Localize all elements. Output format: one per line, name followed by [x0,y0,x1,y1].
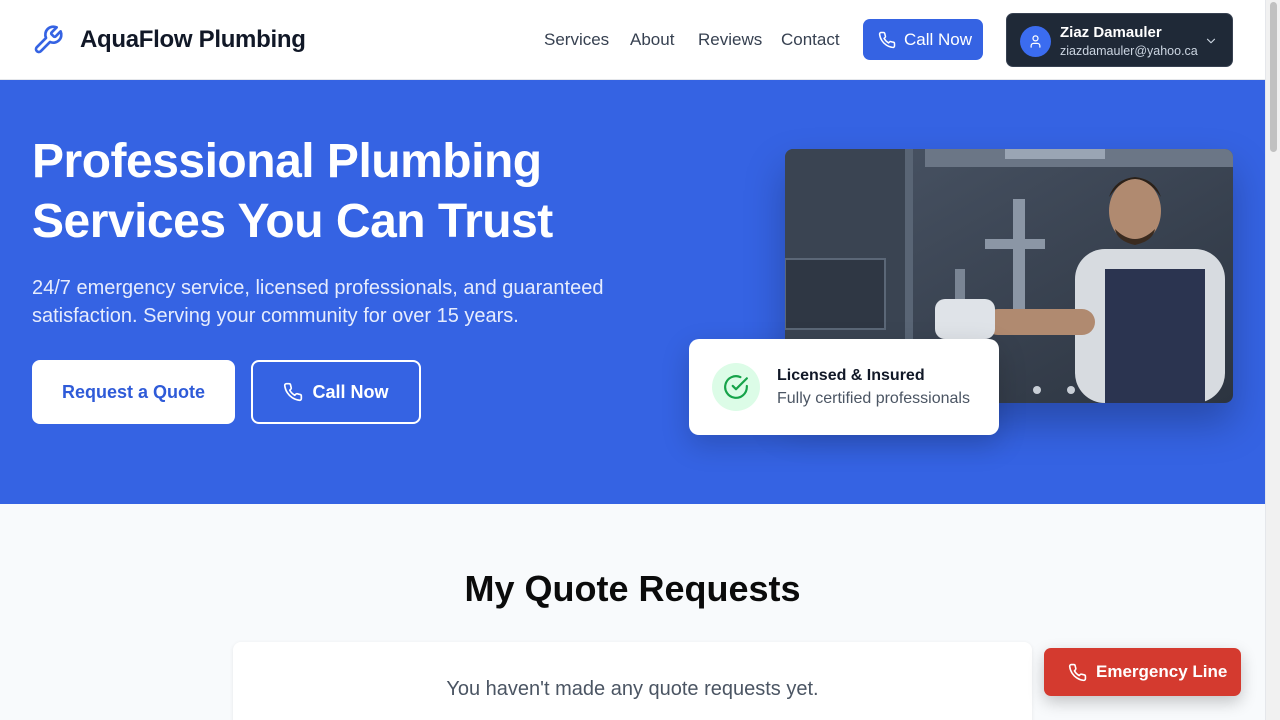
phone-icon [1068,663,1096,682]
nav-about[interactable]: About [630,30,674,50]
header-call-label: Call Now [904,29,973,49]
hero-title: Professional Plumbing Services You Can T… [32,135,553,248]
emergency-line-button[interactable]: Emergency Line [1044,648,1241,696]
hero-subtitle: 24/7 emergency service, licensed profess… [32,277,604,327]
page-scrollbar[interactable] [1265,0,1280,720]
hero-call-button[interactable]: Call Now [251,360,421,424]
quotes-section-title: My Quote Requests [464,568,801,609]
nav-reviews[interactable]: Reviews [698,30,762,50]
request-quote-button[interactable]: Request a Quote [32,360,235,424]
check-circle-icon [712,363,760,411]
site-header: AquaFlow Plumbing Services About Reviews… [0,0,1265,80]
hero-call-label: Call Now [312,381,389,402]
nav-contact[interactable]: Contact [781,30,840,50]
badge-subtitle: Fully certified professionals [777,390,970,407]
scrollbar-thumb[interactable] [1270,2,1277,152]
nav-services[interactable]: Services [544,30,609,50]
phone-icon [878,31,904,49]
brand-name[interactable]: AquaFlow Plumbing [80,26,306,54]
header-call-button[interactable]: Call Now [863,19,983,60]
quotes-empty-card: You haven't made any quote requests yet. [233,642,1032,720]
wrench-icon [32,24,64,56]
quotes-empty-message: You haven't made any quote requests yet. [446,678,819,700]
avatar [1020,26,1051,57]
phone-icon [283,382,312,402]
user-icon [1028,34,1043,49]
user-name: Ziaz Damauler [1060,24,1162,41]
badge-title: Licensed & Insured [777,367,925,384]
hero-section: Professional Plumbing Services You Can T… [0,80,1265,504]
user-menu[interactable]: Ziaz Damauler ziazdamauler@yahoo.ca [1006,13,1233,67]
emergency-line-label: Emergency Line [1096,662,1228,681]
licensed-badge-card: Licensed & Insured Fully certified profe… [689,339,999,435]
chevron-down-icon [1204,34,1218,48]
user-email: ziazdamauler@yahoo.ca [1060,44,1198,58]
